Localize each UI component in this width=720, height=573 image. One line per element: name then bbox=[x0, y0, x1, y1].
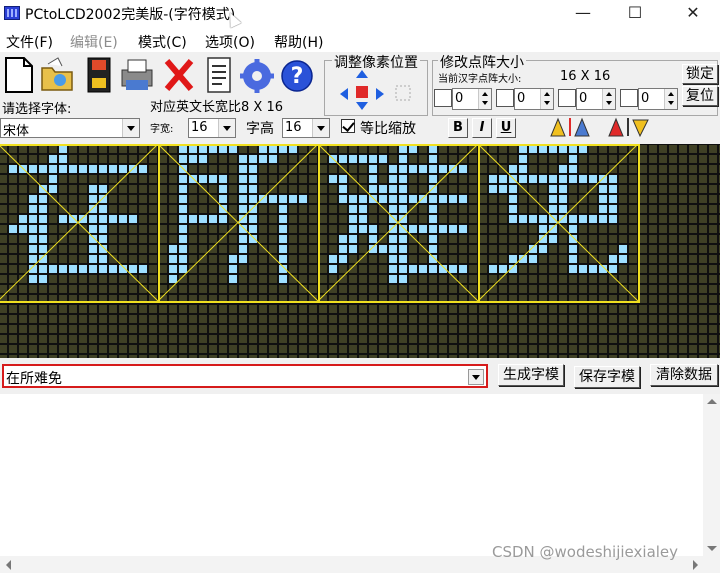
right-offset-spinner[interactable]: 0 bbox=[576, 88, 616, 110]
menu-help[interactable]: 帮助(H) bbox=[274, 32, 323, 52]
dot-matrix-preview[interactable] bbox=[0, 144, 720, 358]
chevron-down-icon bbox=[312, 119, 329, 137]
new-file-icon[interactable] bbox=[2, 56, 36, 94]
menu-mode[interactable]: 模式(C) bbox=[138, 32, 187, 52]
bottom-offset-spinner[interactable]: 0 bbox=[638, 88, 678, 110]
scroll-left-icon bbox=[6, 560, 11, 570]
scroll-up-icon bbox=[707, 399, 717, 404]
menu-file[interactable]: 文件(F) bbox=[6, 32, 53, 52]
help-icon[interactable]: ? bbox=[280, 56, 314, 94]
font-select[interactable]: 宋体 bbox=[0, 118, 140, 139]
window-title: PCtoLCD2002完美版-(字符模式) bbox=[25, 7, 236, 23]
menu-options[interactable]: 选项(O) bbox=[205, 32, 255, 52]
char-width-label: 字宽: bbox=[150, 124, 174, 135]
open-folder-icon[interactable] bbox=[40, 56, 74, 94]
pixel-arrows bbox=[340, 70, 411, 110]
top-offset-spinner[interactable]: 0 bbox=[514, 88, 554, 110]
select-font-label: 请选择字体: bbox=[2, 102, 72, 117]
minimize-button[interactable]: — bbox=[560, 0, 606, 26]
proportional-checkbox[interactable] bbox=[341, 119, 355, 133]
char-height-select[interactable]: 16 bbox=[282, 118, 330, 138]
char-height-label: 字高 bbox=[246, 121, 274, 137]
svg-text:?: ? bbox=[291, 64, 304, 89]
english-ratio-label: 对应英文长宽比8 X 16 bbox=[150, 100, 283, 115]
flip-horizontal-icon[interactable] bbox=[548, 116, 594, 138]
clear-data-button[interactable]: 清除数据 bbox=[650, 364, 718, 386]
chevron-down-icon bbox=[122, 119, 139, 137]
watermark: CSDN @wodeshijiexialey bbox=[492, 543, 679, 561]
menu-bar: 文件(F) 编辑(E) 模式(C) 选项(O) 帮助(H) bbox=[0, 30, 720, 52]
close-button[interactable]: ✕ bbox=[670, 0, 716, 26]
arrow-right-icon bbox=[376, 88, 384, 100]
mouse-cursor-icon bbox=[224, 10, 242, 28]
flip-vertical-icon[interactable] bbox=[606, 116, 652, 138]
text-input[interactable]: 在所难免 bbox=[2, 364, 488, 388]
chevron-down-icon bbox=[218, 119, 235, 137]
text-input-value: 在所难免 bbox=[6, 371, 62, 387]
chevron-down-icon[interactable] bbox=[468, 369, 484, 385]
char-width-select[interactable]: 16 bbox=[188, 118, 236, 138]
dot-matrix-canvas bbox=[0, 144, 720, 358]
control-panel: ? 调整像素位置 修改点阵大小 当前汉字点阵大小: 16 X 16 锁定 复位 … bbox=[0, 52, 720, 144]
current-size-value: 16 X 16 bbox=[560, 69, 611, 84]
input-bar: 在所难免 生成字模 保存字模 清除数据 bbox=[0, 358, 720, 394]
menu-edit[interactable]: 编辑(E) bbox=[70, 32, 118, 52]
top-edge-icon[interactable] bbox=[496, 89, 514, 107]
print-icon[interactable] bbox=[120, 56, 154, 94]
notes-icon[interactable] bbox=[202, 56, 236, 94]
right-edge-icon[interactable] bbox=[558, 89, 576, 107]
current-size-label: 当前汉字点阵大小: bbox=[438, 74, 522, 85]
reset-button[interactable]: 复位 bbox=[682, 86, 718, 106]
lock-button[interactable]: 锁定 bbox=[682, 64, 718, 84]
arrow-down-icon bbox=[356, 102, 368, 110]
bottom-edge-icon[interactable] bbox=[620, 89, 638, 107]
output-textarea[interactable] bbox=[0, 394, 703, 556]
save-disk-icon[interactable] bbox=[82, 56, 116, 94]
arrow-left-icon bbox=[340, 88, 348, 100]
underline-button[interactable]: U bbox=[496, 118, 516, 138]
title-bar: PCtoLCD2002完美版-(字符模式) — ☐ ✕ bbox=[0, 0, 720, 28]
italic-button[interactable]: I bbox=[472, 118, 492, 138]
matrix-size-title: 修改点阵大小 bbox=[438, 52, 526, 72]
proportional-label: 等比缩放 bbox=[360, 121, 416, 137]
scroll-down-icon bbox=[707, 546, 717, 551]
gear-icon[interactable] bbox=[240, 56, 274, 94]
vertical-scrollbar[interactable] bbox=[703, 394, 720, 556]
maximize-button[interactable]: ☐ bbox=[612, 0, 658, 26]
arrow-up-icon bbox=[356, 70, 368, 78]
bold-button[interactable]: B bbox=[448, 118, 468, 138]
left-edge-icon[interactable] bbox=[434, 89, 452, 107]
save-font-button[interactable]: 保存字模 bbox=[574, 366, 640, 388]
scroll-right-icon bbox=[693, 560, 698, 570]
left-offset-spinner[interactable]: 0 bbox=[452, 88, 492, 110]
app-icon bbox=[4, 6, 20, 20]
generate-button[interactable]: 生成字模 bbox=[498, 364, 564, 386]
delete-x-icon[interactable] bbox=[162, 56, 196, 94]
